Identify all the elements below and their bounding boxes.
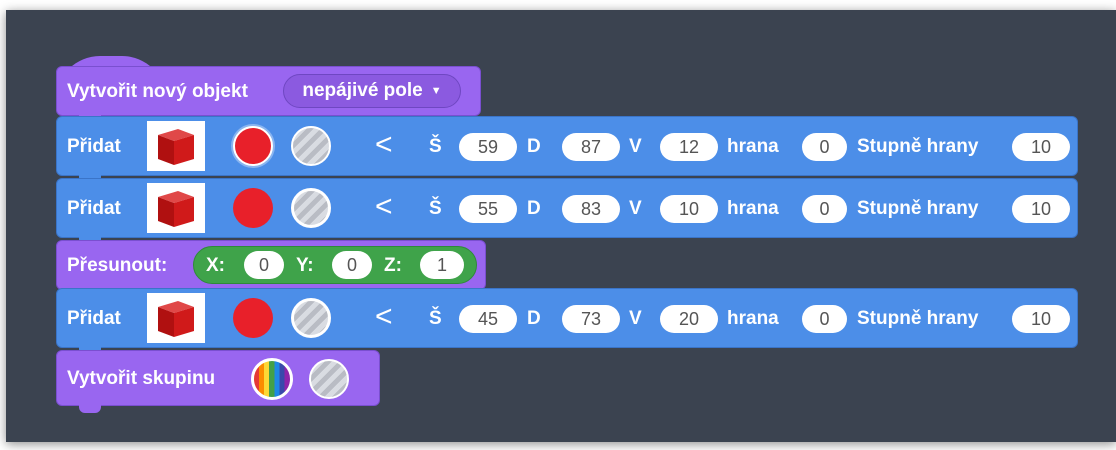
cube-thumbnail[interactable] bbox=[147, 183, 205, 233]
cube-thumbnail[interactable] bbox=[147, 293, 205, 343]
height-input[interactable]: 12 bbox=[660, 133, 718, 161]
depth-label: D bbox=[527, 198, 541, 219]
edge-input[interactable]: 0 bbox=[802, 195, 847, 223]
z-input[interactable]: 1 bbox=[420, 251, 464, 279]
color-red-swatch[interactable] bbox=[233, 126, 273, 166]
create-object-label: Vytvořit nový objekt bbox=[67, 81, 248, 102]
cube-icon bbox=[158, 301, 194, 337]
workspace-canvas[interactable]: Vytvořit nový objekt nepájivé pole ▼ Při… bbox=[6, 10, 1116, 442]
edge-degrees-label: Stupně hrany bbox=[857, 198, 979, 219]
edge-label: hrana bbox=[727, 308, 779, 329]
add-block[interactable]: Přidat < Š 55 D 83 V 10 hrana 0 Stupně h… bbox=[56, 178, 1078, 245]
color-red-swatch[interactable] bbox=[233, 188, 273, 228]
cube-thumbnail[interactable] bbox=[147, 121, 205, 171]
width-label: Š bbox=[429, 308, 442, 329]
x-label: X: bbox=[206, 255, 225, 276]
height-label: V bbox=[629, 198, 642, 219]
chevron-left-icon[interactable]: < bbox=[375, 128, 393, 162]
z-label: Z: bbox=[384, 255, 402, 276]
object-type-dropdown[interactable]: nepájivé pole ▼ bbox=[283, 74, 461, 108]
edge-degrees-label: Stupně hrany bbox=[857, 308, 979, 329]
edge-degrees-input[interactable]: 10 bbox=[1012, 195, 1070, 223]
width-input[interactable]: 59 bbox=[459, 133, 517, 161]
color-transparent-swatch[interactable] bbox=[291, 188, 331, 228]
height-input[interactable]: 10 bbox=[660, 195, 718, 223]
y-label: Y: bbox=[296, 255, 314, 276]
chevron-left-icon[interactable]: < bbox=[375, 190, 393, 224]
add-block[interactable]: Přidat < Š 45 D 73 V 20 hrana 0 Stupně h… bbox=[56, 288, 1078, 355]
edge-input[interactable]: 0 bbox=[802, 305, 847, 333]
color-transparent-swatch[interactable] bbox=[291, 126, 331, 166]
edge-input[interactable]: 0 bbox=[802, 133, 847, 161]
create-object-block[interactable]: Vytvořit nový objekt nepájivé pole ▼ bbox=[56, 66, 481, 123]
color-transparent-swatch[interactable] bbox=[309, 359, 349, 399]
depth-input[interactable]: 73 bbox=[562, 305, 620, 333]
edge-label: hrana bbox=[727, 136, 779, 157]
width-label: Š bbox=[429, 136, 442, 157]
add-label: Přidat bbox=[67, 198, 121, 219]
add-label: Přidat bbox=[67, 136, 121, 157]
height-label: V bbox=[629, 136, 642, 157]
chevron-left-icon[interactable]: < bbox=[375, 300, 393, 334]
depth-input[interactable]: 83 bbox=[562, 195, 620, 223]
y-input[interactable]: 0 bbox=[332, 251, 372, 279]
height-input[interactable]: 20 bbox=[660, 305, 718, 333]
edge-degrees-input[interactable]: 10 bbox=[1012, 305, 1070, 333]
create-group-label: Vytvořit skupinu bbox=[67, 368, 216, 389]
height-label: V bbox=[629, 308, 642, 329]
width-label: Š bbox=[429, 198, 442, 219]
cube-icon bbox=[158, 129, 194, 165]
width-input[interactable]: 55 bbox=[459, 195, 517, 223]
add-block[interactable]: Přidat < Š 59 D 87 V 12 hrana 0 Stupně h… bbox=[56, 116, 1078, 183]
edge-label: hrana bbox=[727, 198, 779, 219]
color-transparent-swatch[interactable] bbox=[291, 298, 331, 338]
create-group-block[interactable]: Vytvořit skupinu bbox=[56, 350, 380, 413]
cube-icon bbox=[158, 191, 194, 227]
depth-input[interactable]: 87 bbox=[562, 133, 620, 161]
width-input[interactable]: 45 bbox=[459, 305, 517, 333]
position-vector[interactable]: X: 0 Y: 0 Z: 1 bbox=[193, 246, 477, 284]
x-input[interactable]: 0 bbox=[244, 251, 284, 279]
move-block[interactable]: Přesunout: X: 0 Y: 0 Z: 1 bbox=[56, 240, 486, 297]
add-label: Přidat bbox=[67, 308, 121, 329]
object-type-value: nepájivé pole bbox=[302, 80, 423, 101]
edge-degrees-label: Stupně hrany bbox=[857, 136, 979, 157]
color-rainbow-swatch[interactable] bbox=[251, 358, 293, 400]
color-red-swatch[interactable] bbox=[233, 298, 273, 338]
move-label: Přesunout: bbox=[67, 255, 168, 276]
edge-degrees-input[interactable]: 10 bbox=[1012, 133, 1070, 161]
chevron-down-icon: ▼ bbox=[430, 85, 442, 97]
depth-label: D bbox=[527, 308, 541, 329]
depth-label: D bbox=[527, 136, 541, 157]
